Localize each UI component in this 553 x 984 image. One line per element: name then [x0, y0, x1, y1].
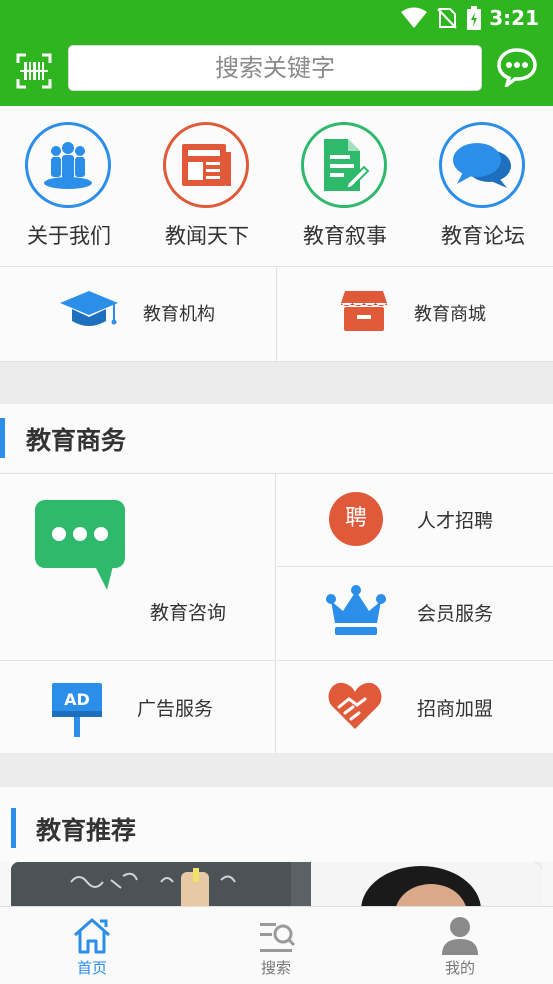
status-time: 3:21 — [489, 6, 539, 30]
shop-icon — [341, 291, 387, 331]
recommend-banner-image[interactable] — [11, 862, 542, 912]
secondary-menu-row: 教育机构 教育商城 — [0, 266, 553, 362]
handshake-icon — [328, 682, 382, 729]
banner-photo — [11, 862, 542, 912]
no-sim-icon — [437, 8, 457, 29]
business-grid: 教育咨询 聘 人才招聘 会员服务 AD 广告服务 招商加盟 — [0, 473, 553, 754]
section-title: 教育商务 — [26, 426, 127, 455]
newspaper-icon — [163, 122, 249, 208]
nav-home[interactable]: 首页 — [0, 907, 184, 984]
nav-label: 搜索 — [260, 959, 291, 977]
graduation-cap-icon — [60, 291, 118, 326]
section-divider — [0, 362, 553, 404]
business-label: 广告服务 — [137, 698, 214, 720]
ad-board-icon: AD — [52, 683, 102, 737]
menu-item-shop[interactable]: 教育商城 — [277, 267, 553, 361]
message-icon[interactable] — [496, 47, 538, 87]
status-icons — [401, 6, 481, 30]
nav-search[interactable]: 搜索 — [184, 907, 368, 984]
nav-profile[interactable]: 我的 — [368, 907, 552, 984]
chat-bubbles-icon — [439, 122, 525, 208]
business-item-franchise[interactable]: 招商加盟 — [277, 661, 553, 754]
business-item-consulting[interactable]: 教育咨询 — [0, 474, 276, 661]
menu-label: 关于我们 — [27, 224, 111, 248]
section-accent-bar — [11, 808, 16, 848]
business-label: 人才招聘 — [417, 510, 494, 532]
menu-item-about-us[interactable]: 关于我们 — [0, 106, 138, 266]
status-bar: 3:21 — [0, 0, 553, 36]
menu-label: 教育叙事 — [303, 224, 387, 248]
recruit-icon: 聘 — [329, 492, 383, 546]
people-group-icon — [25, 122, 111, 208]
message-icon — [35, 500, 125, 590]
business-label: 招商加盟 — [417, 698, 494, 720]
user-icon — [442, 917, 478, 955]
business-item-membership[interactable]: 会员服务 — [277, 567, 553, 661]
home-icon — [74, 918, 110, 954]
battery-icon — [467, 6, 481, 30]
crown-icon — [326, 585, 386, 635]
menu-label: 教育机构 — [143, 304, 215, 325]
business-label: 教育咨询 — [150, 602, 227, 624]
menu-label: 教闻天下 — [165, 224, 249, 248]
business-item-recruitment[interactable]: 聘 人才招聘 — [277, 474, 553, 567]
search-list-icon — [260, 923, 296, 952]
bottom-navigation: 首页 搜索 我的 — [0, 906, 553, 983]
document-edit-icon — [301, 122, 387, 208]
section-accent-bar — [0, 418, 5, 458]
search-input[interactable]: 搜索关键字 — [68, 45, 482, 91]
wifi-icon — [401, 7, 427, 28]
nav-label: 我的 — [444, 959, 475, 977]
app-header: 搜索关键字 — [0, 36, 553, 106]
menu-item-narrative[interactable]: 教育叙事 — [276, 106, 414, 266]
menu-item-institutions[interactable]: 教育机构 — [0, 267, 277, 361]
top-menu-grid: 关于我们 教闻天下 教育叙事 教育论坛 — [0, 106, 553, 266]
business-label: 会员服务 — [417, 603, 494, 625]
section-title: 教育推荐 — [36, 816, 137, 845]
menu-label: 教育商城 — [414, 304, 486, 325]
business-section-header: 教育商务 — [0, 404, 553, 472]
nav-label: 首页 — [76, 959, 107, 977]
section-divider — [0, 753, 553, 787]
menu-label: 教育论坛 — [441, 224, 525, 248]
menu-item-news[interactable]: 教闻天下 — [138, 106, 276, 266]
scan-icon[interactable] — [16, 53, 52, 89]
menu-item-forum[interactable]: 教育论坛 — [414, 106, 552, 266]
recommend-section-header: 教育推荐 — [0, 787, 553, 862]
business-item-advertising[interactable]: AD 广告服务 — [0, 661, 276, 754]
ad-badge-text: AD — [64, 690, 90, 709]
